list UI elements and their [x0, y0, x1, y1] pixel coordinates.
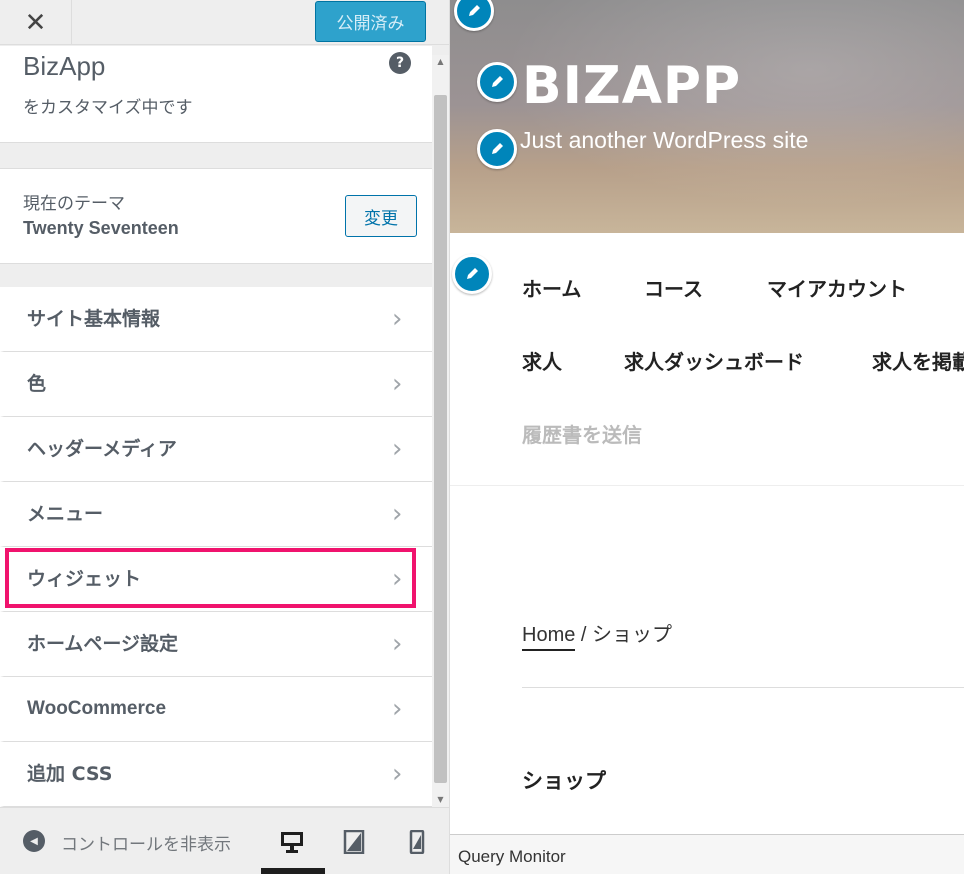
site-name: BizApp: [23, 51, 106, 81]
edit-tagline-shortcut[interactable]: [477, 129, 517, 169]
highlight-box: [5, 548, 416, 608]
site-title[interactable]: BIZAPP: [522, 56, 741, 116]
site-tagline: Just another WordPress site: [520, 127, 809, 153]
pencil-icon: [467, 268, 478, 279]
theme-name: Twenty Seventeen: [23, 218, 179, 238]
section-site-identity[interactable]: サイト基本情報 ›: [0, 287, 432, 352]
section-colors[interactable]: 色 ›: [0, 352, 432, 417]
mobile-preview-button[interactable]: [397, 822, 437, 862]
section-additional-css[interactable]: 追加 CSS ›: [0, 742, 432, 807]
nav-item-home[interactable]: ホーム: [522, 273, 581, 302]
nav-item-jobs[interactable]: 求人: [522, 346, 562, 375]
nav-item-courses[interactable]: コース: [644, 273, 703, 302]
chevron-right-icon: ›: [392, 499, 403, 529]
query-monitor-label[interactable]: Query Monitor: [458, 847, 566, 867]
desktop-icon: [281, 832, 303, 853]
breadcrumb-home-link[interactable]: Home: [522, 624, 576, 651]
change-theme-button[interactable]: 変更: [345, 195, 417, 237]
scroll-up-icon[interactable]: ▲: [432, 55, 449, 69]
chevron-right-icon: ›: [392, 629, 403, 659]
breadcrumb: Home / ショップ: [522, 618, 673, 651]
tablet-preview-button[interactable]: [334, 822, 374, 862]
page-title: ショップ: [522, 769, 606, 793]
edit-menu-shortcut[interactable]: [452, 254, 492, 294]
edit-site-title-shortcut[interactable]: [477, 62, 517, 102]
section-woocommerce[interactable]: WooCommerce ›: [0, 677, 432, 742]
collapse-controls-button[interactable]: コントロールを非表示: [61, 830, 257, 855]
chevron-right-icon: ›: [392, 694, 403, 724]
customizing-label: をカスタマイズ中です: [23, 98, 193, 118]
section-label: 追加 CSS: [27, 763, 113, 785]
section-homepage-settings[interactable]: ホームページ設定 ›: [0, 612, 432, 677]
section-label: ヘッダーメディア: [27, 438, 177, 460]
scroll-down-icon[interactable]: ▼: [432, 793, 449, 807]
header-image: BIZAPP Just another WordPress site: [450, 0, 964, 233]
tablet-icon: [343, 830, 365, 854]
section-label: 色: [27, 373, 47, 395]
section-widgets[interactable]: ウィジェット ›: [0, 547, 432, 612]
nav-item-my-account[interactable]: マイアカウント: [767, 273, 907, 302]
pencil-icon: [469, 5, 480, 16]
pencil-icon: [492, 143, 503, 154]
nav-item-submit-resume[interactable]: 履歴書を送信: [522, 419, 642, 448]
customizer-header: ✕ 公開済み: [0, 0, 449, 45]
mobile-icon: [409, 830, 425, 854]
customizer-sections: サイト基本情報 › 色 › ヘッダーメディア › メニュー › ウィジェット ›…: [0, 287, 432, 807]
chevron-right-icon: ›: [392, 434, 403, 464]
pencil-icon: [492, 76, 503, 87]
theme-label: 現在のテーマ: [23, 194, 125, 214]
chevron-right-icon: ›: [392, 369, 403, 399]
query-monitor-bar: Query Monitor: [450, 834, 964, 874]
section-menus[interactable]: メニュー ›: [0, 482, 432, 547]
breadcrumb-separator: /: [575, 624, 593, 646]
chevron-right-icon: ›: [392, 304, 403, 334]
customizer-panel: ✕ 公開済み BizApp をカスタマイズ中です ? 現在のテーマ Twenty…: [0, 0, 450, 874]
section-header-media[interactable]: ヘッダーメディア ›: [0, 417, 432, 482]
publish-button[interactable]: 公開済み: [315, 1, 426, 42]
breadcrumb-current: ショップ: [592, 624, 673, 646]
nav-item-job-dashboard[interactable]: 求人ダッシュボード: [624, 346, 804, 375]
scrollbar-thumb[interactable]: [434, 95, 447, 783]
header-image-overlay: [450, 0, 964, 233]
customizer-footer: ◀ コントロールを非表示: [0, 807, 449, 874]
section-label: WooCommerce: [27, 698, 167, 719]
close-button[interactable]: ✕: [0, 0, 72, 45]
nav-item-post-job[interactable]: 求人を掲載: [872, 346, 964, 375]
desktop-preview-button[interactable]: [272, 822, 312, 862]
divider: [522, 687, 964, 688]
close-icon: ✕: [24, 7, 47, 38]
collapse-arrow-icon[interactable]: ◀: [23, 830, 45, 852]
section-label: ホームページ設定: [27, 633, 179, 655]
primary-navigation: ホーム コース マイアカウント 求人 求人ダッシュボード 求人を掲載 履歴書を送…: [450, 233, 964, 486]
active-device-indicator: [261, 868, 325, 874]
site-preview: BIZAPP Just another WordPress site ホーム コ…: [450, 0, 964, 874]
theme-section: 現在のテーマ Twenty Seventeen 変更: [0, 168, 432, 264]
customize-info: BizApp をカスタマイズ中です ?: [0, 46, 432, 143]
section-label: サイト基本情報: [27, 308, 161, 330]
panel-scrollbar[interactable]: ▲ ▼: [432, 55, 449, 807]
chevron-right-icon: ›: [392, 759, 403, 789]
section-label: メニュー: [27, 503, 104, 525]
help-icon[interactable]: ?: [389, 52, 411, 74]
